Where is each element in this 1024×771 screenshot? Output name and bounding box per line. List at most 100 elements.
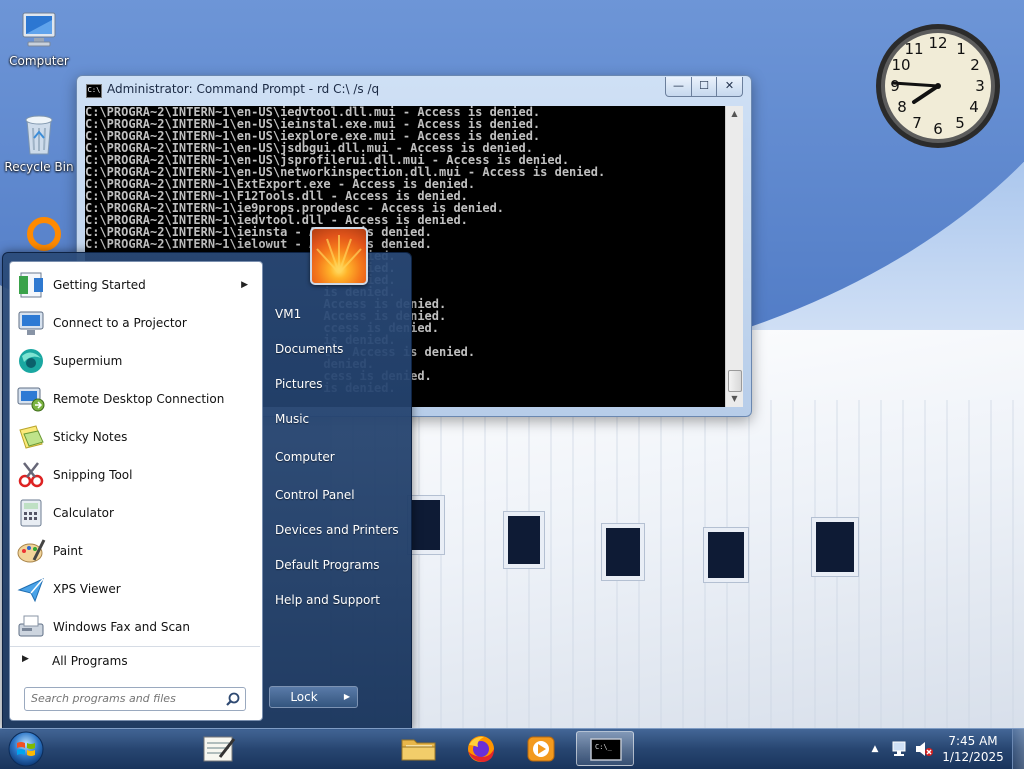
search-icon[interactable] (225, 691, 241, 707)
notepad-taskbar-button[interactable] (190, 731, 248, 766)
chevron-right-icon: ▶ (22, 654, 29, 664)
sticky-notes-icon (19, 425, 44, 449)
show-hidden-icons-button[interactable]: ▲ (868, 729, 882, 769)
supermium-icon (19, 349, 43, 373)
media-player-taskbar-icon (527, 736, 555, 762)
start-place-control-panel[interactable]: Control Panel (267, 480, 405, 510)
svg-text:4: 4 (969, 98, 979, 116)
shutdown-options-arrow[interactable]: ▶ (337, 686, 358, 708)
submenu-arrow-icon: ▶ (241, 280, 248, 290)
all-programs-label: All Programs (52, 654, 128, 668)
wallpaper-window (408, 496, 444, 554)
program-item[interactable]: Windows Fax and Scan (10, 608, 260, 646)
program-label: Windows Fax and Scan (53, 620, 191, 634)
svg-text:8: 8 (897, 98, 907, 116)
explorer-taskbar-button[interactable] (390, 731, 448, 766)
svg-text:6: 6 (933, 120, 943, 138)
vertical-scrollbar[interactable]: ▲ ▼ (725, 106, 743, 407)
lock-button[interactable]: Lock (269, 686, 339, 708)
svg-text:7: 7 (912, 114, 922, 132)
window-titlebar[interactable]: C:\ Administrator: Command Prompt - rd C… (77, 76, 751, 104)
snipping-tool-icon (18, 462, 44, 488)
svg-text:1: 1 (956, 40, 966, 58)
svg-text:10: 10 (891, 56, 910, 74)
program-item[interactable]: Supermium (10, 342, 260, 380)
media-player-taskbar-button[interactable] (512, 731, 570, 766)
start-place-devices-and-printers[interactable]: Devices and Printers (267, 515, 405, 545)
program-label: XPS Viewer (53, 582, 121, 596)
start-button[interactable] (6, 730, 46, 768)
program-item[interactable]: Snipping Tool (10, 456, 260, 494)
firefox-taskbar-icon (468, 736, 494, 762)
program-label: Getting Started (53, 278, 146, 292)
maximize-button[interactable]: ☐ (691, 77, 717, 97)
program-label: Paint (53, 544, 83, 558)
xps-viewer-icon (17, 578, 44, 603)
getting-started-icon (19, 272, 43, 298)
flower-icon (316, 235, 362, 274)
scroll-up-arrow[interactable]: ▲ (726, 106, 743, 122)
calculator-icon (20, 499, 42, 527)
system-clock[interactable]: 7:45 AM 1/12/2025 (940, 733, 1006, 765)
program-item[interactable]: Paint (10, 532, 260, 570)
taskbar[interactable]: C:\_ ▲ 7:45 AM 1/12/2025 (0, 728, 1024, 769)
clock-gadget[interactable]: 12 12 345 678 91011 (874, 22, 1002, 150)
clock-date: 1/12/2025 (942, 750, 1004, 764)
network-icon[interactable] (890, 740, 908, 758)
wallpaper-window (704, 528, 748, 582)
start-place-computer[interactable]: Computer (267, 442, 405, 472)
show-desktop-button[interactable] (1012, 729, 1024, 769)
projector-icon (18, 311, 44, 335)
svg-text:2: 2 (970, 56, 980, 74)
minimize-button[interactable]: — (665, 77, 692, 97)
program-item[interactable]: XPS Viewer (10, 570, 260, 608)
cmd-taskbar-icon: C:\_ (590, 738, 622, 761)
scroll-down-arrow[interactable]: ▼ (726, 391, 743, 407)
wallpaper-stripes (330, 400, 1024, 728)
start-place-help-and-support[interactable]: Help and Support (267, 585, 405, 615)
start-menu[interactable]: Getting Started ▶ Connect to a Projector Su… (2, 227, 412, 730)
close-button[interactable]: ✕ (716, 77, 743, 97)
start-menu-programs-pane[interactable]: Getting Started ▶ Connect to a Projector Su… (9, 261, 263, 721)
start-place-documents[interactable]: Documents (267, 334, 405, 364)
program-item[interactable]: Connect to a Projector (10, 304, 260, 342)
paint-icon (17, 539, 46, 563)
program-label: Snipping Tool (53, 468, 133, 482)
program-item[interactable]: Getting Started ▶ (10, 266, 260, 304)
notepad-taskbar-icon (203, 736, 236, 762)
program-label: Remote Desktop Connection (53, 392, 225, 406)
program-label: Sticky Notes (53, 430, 128, 444)
svg-text:11: 11 (904, 40, 923, 58)
program-item[interactable]: Sticky Notes (10, 418, 260, 456)
start-place-default-programs[interactable]: Default Programs (267, 550, 405, 580)
svg-text:C:\_: C:\_ (595, 743, 613, 751)
desktop-icon-recycle-bin[interactable]: Recycle Bin (1, 110, 77, 174)
volume-muted-icon[interactable] (914, 740, 934, 758)
start-place-pictures[interactable]: Pictures (267, 369, 405, 399)
firefox-taskbar-button[interactable] (452, 731, 510, 766)
wallpaper-window (504, 512, 544, 568)
svg-text:5: 5 (955, 114, 965, 132)
all-programs-button[interactable]: ▶ All Programs (10, 646, 260, 675)
scroll-thumb[interactable] (728, 370, 742, 392)
cmd-taskbar-button[interactable]: C:\_ (576, 731, 634, 766)
wallpaper-window (602, 524, 644, 580)
svg-text:9: 9 (890, 77, 900, 95)
orange-app-icon[interactable] (26, 216, 62, 252)
start-place-music[interactable]: Music (267, 404, 405, 434)
desktop-icon-computer[interactable]: Computer (1, 8, 77, 68)
window-title: Administrator: Command Prompt - rd C:\ /… (107, 82, 380, 96)
program-item[interactable]: Remote Desktop Connection (10, 380, 260, 418)
fax-scan-icon (18, 615, 44, 637)
wallpaper-window (812, 518, 858, 576)
computer-icon (22, 12, 56, 47)
svg-text:3: 3 (975, 77, 985, 95)
search-input[interactable] (31, 690, 216, 706)
search-box[interactable] (24, 687, 246, 711)
start-place-vm1[interactable]: VM1 (267, 299, 405, 329)
user-picture[interactable] (310, 227, 368, 285)
program-item[interactable]: Calculator (10, 494, 260, 532)
desktop-icon-label: Recycle Bin (4, 160, 74, 174)
program-label: Calculator (53, 506, 114, 520)
desktop-icon-label: Computer (9, 54, 69, 68)
